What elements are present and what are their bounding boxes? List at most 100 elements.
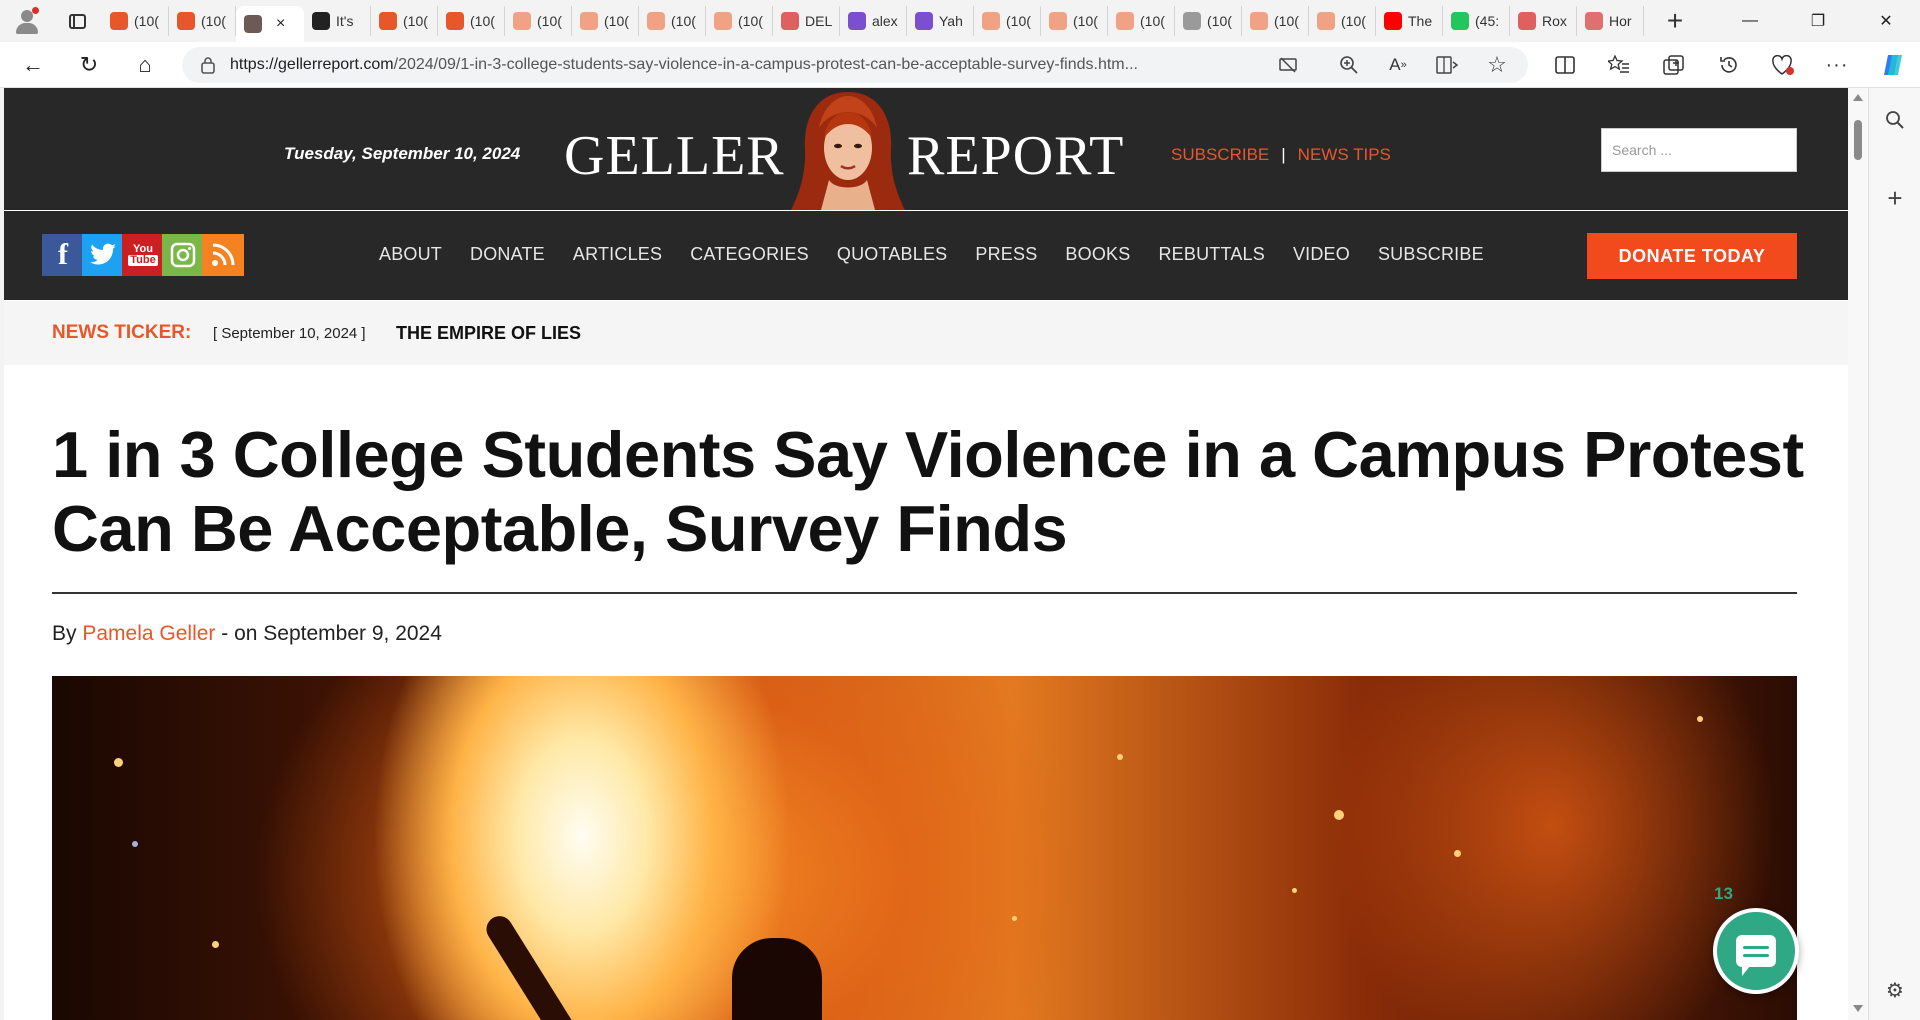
scroll-down-arrow-icon[interactable] [1853,1005,1863,1012]
nav-item-categories[interactable]: CATEGORIES [690,244,809,265]
sidebar-search-icon[interactable] [1877,102,1913,138]
scroll-thumb[interactable] [1854,120,1862,160]
browser-tab[interactable]: Yah [907,6,974,36]
tab-title: (10( [1207,13,1232,29]
tab-title: (10( [201,13,226,29]
site-info-lock-icon[interactable] [200,56,216,74]
new-tab-button[interactable]: + [1658,4,1692,38]
browser-tab[interactable]: (10( [974,6,1041,36]
logo-text-right[interactable]: REPORT [907,124,1124,188]
facebook-icon[interactable]: f [42,234,84,276]
logo-portrait-icon[interactable] [789,88,907,210]
tab-favicon-icon [177,12,195,30]
scroll-up-arrow-icon[interactable] [1853,94,1863,101]
read-aloud-icon[interactable]: A» [1379,46,1417,84]
zoom-icon[interactable] [1330,46,1368,84]
nav-item-press[interactable]: PRESS [975,244,1037,265]
close-tab-icon[interactable]: × [276,15,285,33]
browser-tab[interactable]: The [1376,6,1443,36]
browser-tab[interactable]: DEL [773,6,840,36]
home-button[interactable]: ⌂ [126,46,164,84]
profile-avatar-icon[interactable] [10,4,44,38]
donate-today-button[interactable]: DONATE TODAY [1587,233,1797,279]
browser-toolbar: ← ↻ ⌂ https://gellerreport.com/2024/09/1… [0,42,1920,88]
back-button[interactable]: ← [14,46,52,84]
tab-favicon-icon [1183,12,1201,30]
tab-title: DEL [805,13,833,29]
browser-tab[interactable]: × [236,6,304,42]
news-tips-link[interactable]: NEWS TIPS [1298,145,1391,165]
nav-item-quotables[interactable]: QUOTABLES [837,244,948,265]
nav-item-subscribe[interactable]: SUBSCRIBE [1378,244,1484,265]
immersive-reader-icon[interactable] [1428,46,1466,84]
tab-title: (10( [1341,13,1366,29]
browser-tab[interactable]: (10( [438,6,505,36]
nav-item-books[interactable]: BOOKS [1065,244,1130,265]
browser-tab[interactable]: It's [304,6,371,36]
browser-tab[interactable]: (10( [1309,6,1376,36]
youtube-icon[interactable]: You Tube [122,234,164,276]
tab-title: (10( [1073,13,1098,29]
refresh-button[interactable]: ↻ [70,46,108,84]
favorites-icon[interactable] [1600,46,1638,84]
browser-tab[interactable]: (10( [572,6,639,36]
tab-title: Yah [939,13,963,29]
address-bar[interactable]: https://gellerreport.com/2024/09/1-in-3-… [182,47,1528,83]
hero-fist-shape [732,938,822,1020]
browser-tab[interactable]: (45: [1443,6,1510,36]
browser-tab[interactable]: (10( [102,6,169,36]
instagram-icon[interactable] [162,234,204,276]
tab-title: (10( [671,13,696,29]
header-links: SUBSCRIBE | NEWS TIPS [1171,145,1391,165]
browser-essentials-icon[interactable] [1764,46,1802,84]
tab-favicon-icon [1116,12,1134,30]
browser-tab[interactable]: (10( [371,6,438,36]
tab-title: It's [336,13,354,29]
browser-tab[interactable]: (10( [505,6,572,36]
tab-title: (10( [738,13,763,29]
browser-tab[interactable]: Rox [1510,6,1577,36]
rss-icon[interactable] [202,234,244,276]
nav-item-rebuttals[interactable]: REBUTTALS [1158,244,1265,265]
ticker-headline-link[interactable]: THE EMPIRE OF LIES [396,323,581,344]
browser-tab[interactable]: (10( [1041,6,1108,36]
twitter-icon[interactable] [82,234,124,276]
nav-item-articles[interactable]: ARTICLES [573,244,662,265]
nav-item-about[interactable]: ABOUT [379,244,442,265]
edge-sidebar: + ⚙ [1868,88,1920,1020]
favorite-star-icon[interactable]: ☆ [1478,46,1516,84]
browser-tab[interactable]: (10( [1242,6,1309,36]
browser-tab[interactable]: (10( [1175,6,1242,36]
nav-item-donate[interactable]: DONATE [470,244,545,265]
copilot-icon[interactable] [1874,46,1912,84]
sidebar-settings-icon[interactable]: ⚙ [1877,972,1913,1008]
site-search-input[interactable]: Search ... [1601,128,1797,172]
main-menu: ABOUT DONATE ARTICLES CATEGORIES QUOTABLES PR… [379,244,1512,265]
comments-button[interactable] [1713,908,1799,994]
browser-tab[interactable]: (10( [169,6,236,36]
restore-button[interactable]: ❐ [1784,0,1852,42]
logo-text-left[interactable]: GELLER [564,124,785,188]
browser-tab[interactable]: (10( [639,6,706,36]
tab-title: (10( [470,13,495,29]
minimize-button[interactable]: — [1716,0,1784,42]
tab-favicon-icon [848,12,866,30]
browser-tab[interactable]: (10( [706,6,773,36]
sidebar-add-icon[interactable]: + [1877,180,1913,216]
subscribe-link[interactable]: SUBSCRIBE [1171,145,1269,165]
browser-tab[interactable]: (10( [1108,6,1175,36]
browser-tab[interactable]: Hor [1577,6,1644,36]
tab-favicon-icon [915,12,933,30]
author-link[interactable]: Pamela Geller [82,622,215,645]
tracking-prevention-icon[interactable] [1272,49,1304,81]
close-window-button[interactable]: ✕ [1852,0,1920,42]
collections-icon[interactable] [1655,46,1693,84]
browser-tab[interactable]: alex [840,6,907,36]
split-screen-icon[interactable] [1546,46,1584,84]
tab-actions-icon[interactable] [60,6,94,36]
tab-favicon-icon [781,12,799,30]
history-icon[interactable] [1710,46,1748,84]
nav-item-video[interactable]: VIDEO [1293,244,1350,265]
more-options-icon[interactable]: ··· [1818,46,1856,84]
page-scrollbar[interactable] [1848,88,1868,1020]
